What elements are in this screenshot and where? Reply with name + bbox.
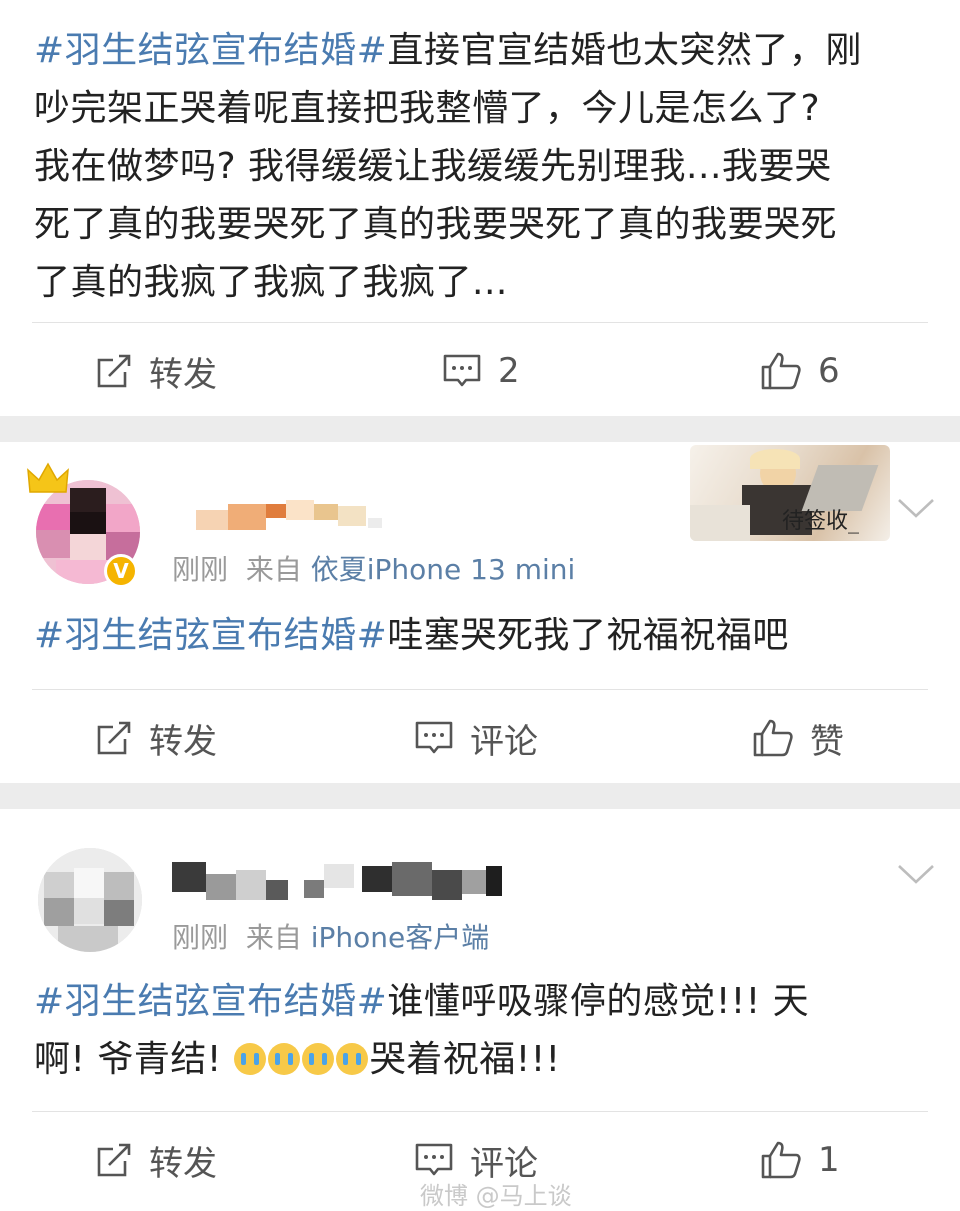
divider [32, 689, 928, 690]
verified-badge: V [104, 554, 138, 588]
post-1-actions: 转发 2 6 [0, 326, 960, 416]
thumbs-up-icon [761, 352, 801, 390]
repost-icon [97, 1143, 131, 1177]
crying-emoji-icon [233, 1043, 266, 1075]
post-2-text: #羽生结弦宣布结婚#哇塞哭死我了祝福祝福吧 [34, 615, 789, 656]
repost-button[interactable]: 转发 [95, 1115, 217, 1205]
separator [0, 416, 960, 442]
repost-button[interactable]: 转发 [95, 693, 217, 783]
repost-icon [97, 354, 131, 388]
comment-icon [443, 354, 481, 387]
post-time: 刚刚 [172, 553, 229, 586]
like-button[interactable]: 6 [760, 326, 840, 416]
divider [32, 322, 928, 323]
avatar[interactable] [38, 848, 142, 952]
topic-link[interactable]: #羽生结弦宣布结婚# [34, 615, 387, 656]
like-count: 1 [818, 1140, 840, 1180]
comment-icon [415, 1143, 453, 1176]
topic-link[interactable]: #羽生结弦宣布结婚# [34, 30, 387, 71]
post-meta: 刚刚 来自 iPhone客户端 [172, 921, 490, 954]
comment-button[interactable]: 评论 [414, 693, 538, 783]
post-time: 刚刚 [172, 921, 229, 954]
watermark: 微博 @马上谈 [420, 1182, 572, 1210]
username[interactable] [196, 500, 386, 530]
badge-card[interactable]: 待签收_ [690, 445, 890, 541]
comment-button[interactable]: 2 [442, 326, 520, 416]
post-1: #羽生结弦宣布结婚#直接官宣结婚也太突然了，刚 吵完架正哭着呢直接把我整懵了，今… [0, 0, 960, 416]
post-3-text: #羽生结弦宣布结婚#谁懂呼吸骤停的感觉!!! 天 啊! 爷青结! 哭着祝福!!! [34, 981, 810, 1080]
like-count: 6 [818, 351, 840, 391]
username[interactable] [172, 856, 512, 908]
crying-emoji-icon [301, 1043, 334, 1075]
divider [32, 1111, 928, 1112]
topic-link[interactable]: #羽生结弦宣布结婚# [34, 981, 387, 1022]
like-button[interactable]: 赞 [752, 693, 844, 783]
crying-emoji-icon [267, 1043, 300, 1075]
badge-label: 待签收_ [782, 509, 860, 534]
like-button[interactable]: 1 [760, 1115, 840, 1205]
post-2-actions: 转发 评论 赞 [0, 693, 960, 783]
post-meta: 刚刚 来自 依夏iPhone 13 mini [172, 553, 576, 586]
separator [0, 783, 960, 809]
post-source[interactable]: iPhone客户端 [311, 921, 490, 954]
comment-count: 2 [498, 351, 520, 391]
comment-icon [415, 721, 453, 754]
post-1-text: #羽生结弦宣布结婚#直接官宣结婚也太突然了，刚 吵完架正哭着呢直接把我整懵了，今… [34, 30, 862, 303]
repost-button[interactable]: 转发 [95, 326, 217, 416]
crying-emoji-icon [335, 1043, 368, 1075]
repost-icon [97, 721, 131, 755]
thumbs-up-icon [761, 1141, 801, 1179]
crown-icon [27, 462, 69, 493]
chevron-down-icon[interactable] [896, 862, 936, 886]
chevron-down-icon[interactable] [896, 496, 936, 520]
thumbs-up-icon [753, 719, 793, 757]
post-source[interactable]: 依夏iPhone 13 mini [311, 553, 576, 586]
